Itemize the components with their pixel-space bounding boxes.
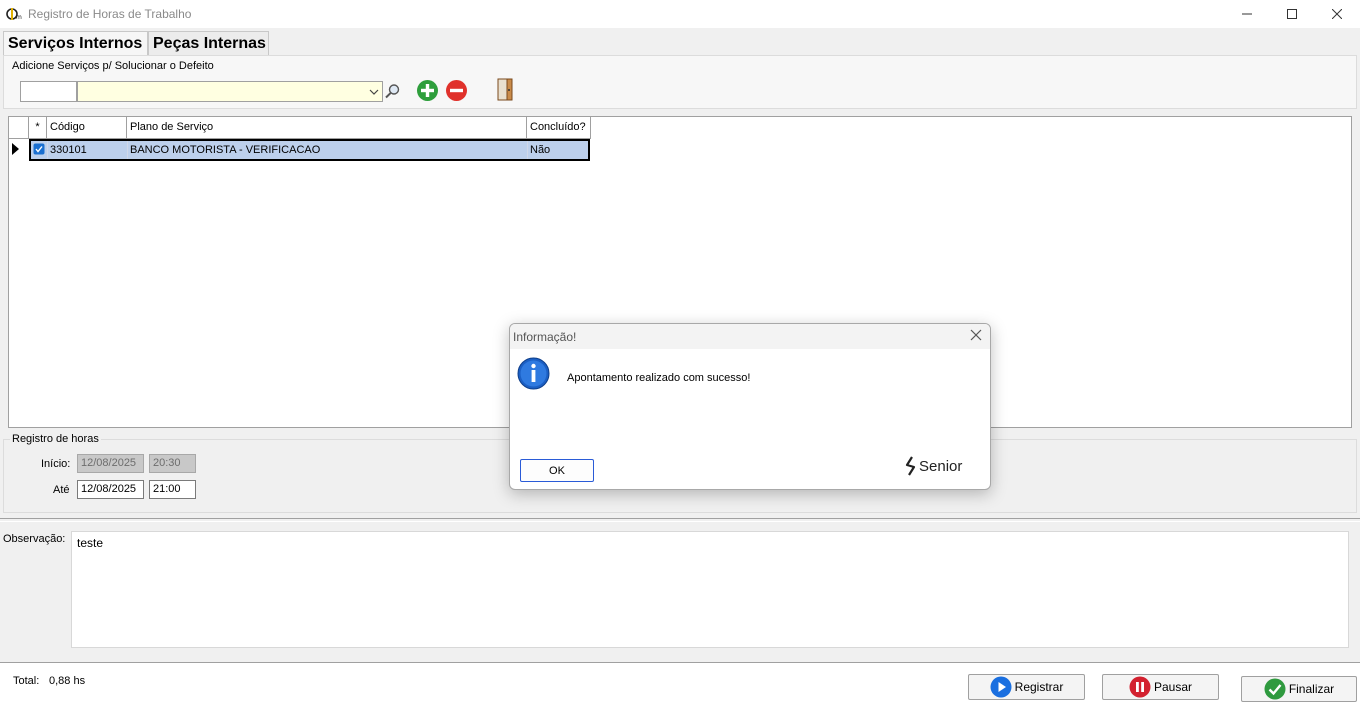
service-plan-combo[interactable] [77,81,383,102]
ate-date-field[interactable]: 12/08/2025 [77,480,144,499]
inicio-label: Início: [41,458,71,470]
dialog-ok-button[interactable]: OK [520,459,594,482]
app-logo-icon: m [6,6,24,22]
dialog-close-icon[interactable] [970,329,982,344]
grid-header-indicator [9,117,29,139]
senior-brand-text: Senior [919,457,963,475]
dialog-title: Informação! [510,324,990,349]
check-circle-icon [1264,678,1286,700]
exit-door-icon[interactable] [497,78,515,104]
close-window-button[interactable] [1314,0,1360,28]
info-dialog: Informação! Apontamento realizado com su… [509,323,991,490]
tab-servicos-internos[interactable]: Serviços Internos [3,31,148,57]
registrar-label: Registrar [1014,680,1064,694]
inicio-time-field: 20:30 [149,454,196,473]
table-row[interactable]: 330101 BANCO MOTORISTA - VERIFICACAO Não [29,139,590,161]
window-title: Registro de Horas de Trabalho [28,7,192,21]
play-icon [990,676,1012,698]
search-icon[interactable] [384,83,401,103]
grid-header-codigo[interactable]: Código [47,117,127,139]
current-row-indicator-icon [12,143,19,158]
minimize-button[interactable] [1224,0,1270,28]
chevron-down-icon[interactable] [369,86,379,100]
splitter[interactable] [0,518,1360,522]
registrar-button[interactable]: Registrar [968,674,1085,700]
grid-header-plano[interactable]: Plano de Serviço [127,117,527,139]
grid-header-check[interactable]: * [29,117,47,139]
grid-header: * Código Plano de Serviço Concluído? [9,117,591,139]
info-icon [517,357,550,393]
hours-legend: Registro de horas [10,433,101,445]
pausar-label: Pausar [1153,680,1193,694]
service-code-input[interactable] [20,81,77,102]
pausar-button[interactable]: Pausar [1102,674,1219,700]
title-bar: m Registro de Horas de Trabalho [0,0,1360,28]
footer-bar: Total: 0,88 hs Registrar Pausar Finaliza… [0,662,1360,704]
senior-brand: Senior [905,456,962,476]
add-service-button[interactable] [416,79,439,105]
row-concluido: Não [530,144,551,156]
row-checkbox[interactable] [31,141,48,159]
ate-time-field[interactable]: 21:00 [149,480,196,499]
remove-service-button[interactable] [445,79,468,105]
row-codigo: 330101 [48,141,128,159]
finalizar-label: Finalizar [1288,682,1335,696]
row-plano: BANCO MOTORISTA - VERIFICACAO [128,141,528,159]
inicio-date-field: 12/08/2025 [77,454,144,473]
pause-icon [1129,676,1151,698]
observacao-textarea[interactable]: teste [71,531,1349,648]
dialog-message: Apontamento realizado com sucesso! [567,372,751,384]
ate-label: Até [53,484,70,496]
total-value: 0,88 hs [49,675,86,687]
finalizar-button[interactable]: Finalizar [1241,676,1357,702]
add-services-panel: Adicione Serviços p/ Solucionar o Defeit… [3,55,1357,109]
observacao-label: Observação: [3,533,66,545]
grid-header-concluido[interactable]: Concluído? [527,117,591,139]
add-services-legend: Adicione Serviços p/ Solucionar o Defeit… [10,60,216,72]
senior-logo-icon [905,456,916,476]
maximize-button[interactable] [1269,0,1315,28]
total-label: Total: [13,675,40,687]
tab-pecas-internas[interactable]: Peças Internas [148,31,269,56]
svg-text:m: m [16,14,22,21]
